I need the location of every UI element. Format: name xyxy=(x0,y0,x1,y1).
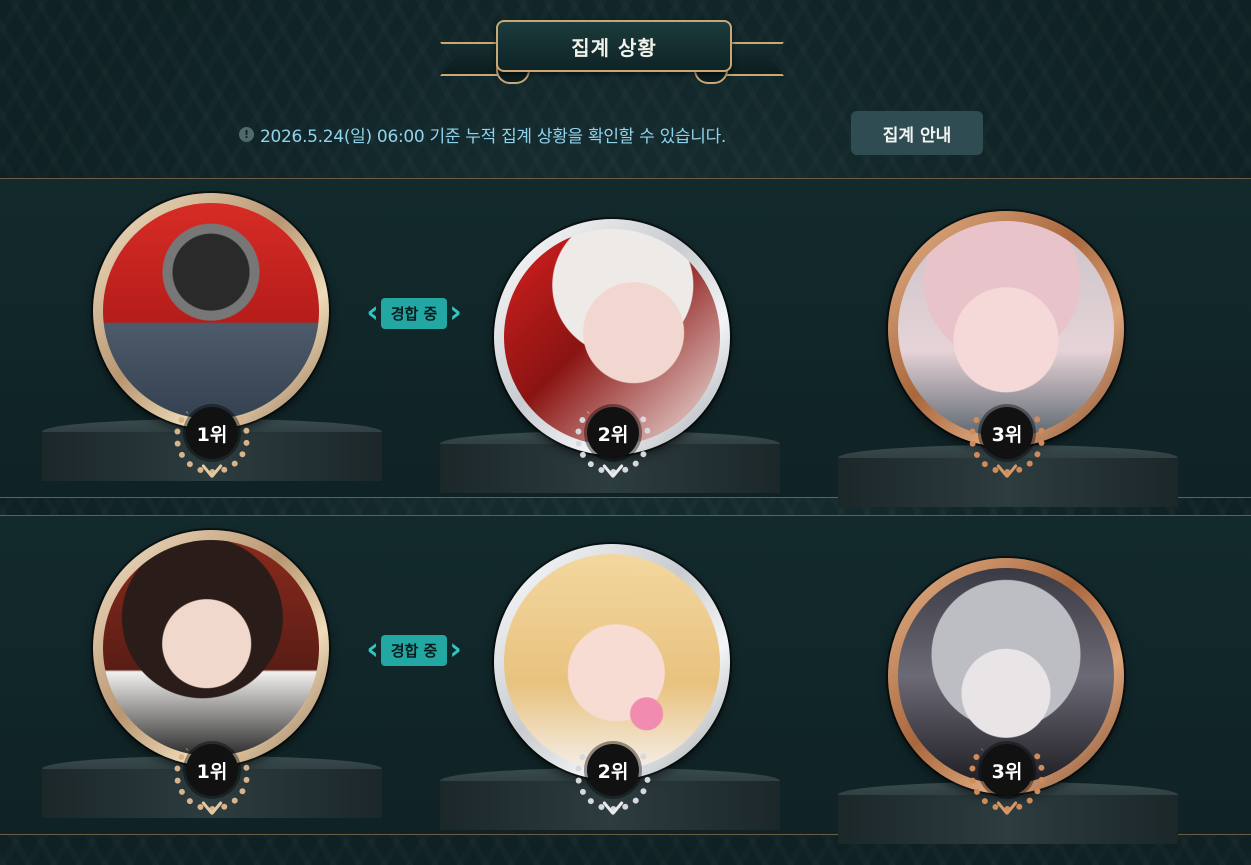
ranking-stage-1: ‹ 경합 중 › 1위 2위 3위 xyxy=(0,178,1251,507)
rank-label: 3위 xyxy=(991,423,1023,446)
portrait-rank-1[interactable] xyxy=(93,193,329,429)
chevron-right-icon: › xyxy=(449,632,462,667)
notice-text: 2026.5.24(일) 06:00 기준 누적 집계 상황을 확인할 수 있습… xyxy=(260,126,727,147)
rank-badge-3: 3위 xyxy=(965,397,1049,481)
rank-label: 2위 xyxy=(597,760,629,783)
character-image xyxy=(103,540,319,756)
chevron-right-icon: › xyxy=(449,295,462,330)
rank-badge-2: 2위 xyxy=(571,397,655,481)
info-icon: ! xyxy=(239,126,254,142)
character-image xyxy=(103,203,319,419)
chevron-left-icon: ‹ xyxy=(366,632,379,667)
rank-label: 1위 xyxy=(196,423,228,446)
notice-line: ! 2026.5.24(일) 06:00 기준 누적 집계 상황을 확인할 수 … xyxy=(239,121,726,147)
tally-guide-button[interactable]: 집계 안내 xyxy=(851,111,983,155)
rank-badge-1: 1위 xyxy=(170,397,254,481)
rank-badge-1: 1위 xyxy=(170,734,254,818)
ranking-stage-2: ‹ 경합 중 › 1위 2위 3위 xyxy=(0,515,1251,844)
rank-label: 2위 xyxy=(597,423,629,446)
chevron-left-icon: ‹ xyxy=(366,295,379,330)
rank-badge-3: 3위 xyxy=(965,734,1049,818)
page-title: 집계 상황 xyxy=(571,35,657,60)
contest-indicator: ‹ 경합 중 › xyxy=(356,295,472,331)
rank-label: 3위 xyxy=(991,760,1023,783)
ribbon-banner: 집계 상황 xyxy=(496,20,732,72)
rank-badge-2: 2위 xyxy=(571,734,655,818)
title-ribbon: 집계 상황 xyxy=(440,20,784,102)
contest-indicator: ‹ 경합 중 › xyxy=(356,632,472,668)
rank-label: 1위 xyxy=(196,760,228,783)
contest-label: 경합 중 xyxy=(380,297,448,329)
contest-label: 경합 중 xyxy=(380,634,448,666)
portrait-rank-1[interactable] xyxy=(93,530,329,766)
